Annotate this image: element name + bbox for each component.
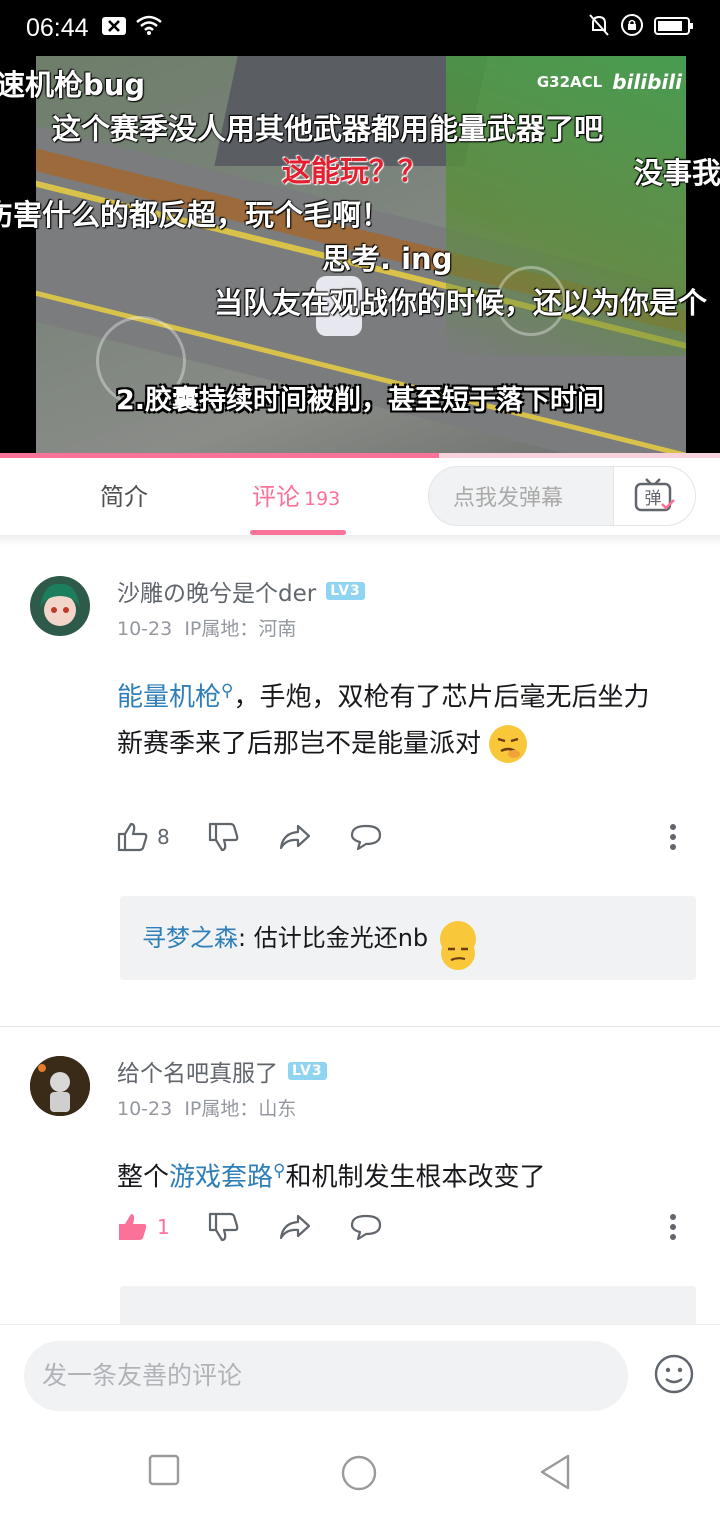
search-icon: ⚲	[221, 681, 234, 701]
system-nav-bar	[0, 1432, 720, 1520]
danmaku-comment: 伤害什么的都反超，玩个毛啊！	[0, 198, 391, 232]
video-watermark: G32ACL bilibili	[536, 70, 682, 94]
recents-button[interactable]	[148, 1454, 180, 1490]
like-button[interactable]: 8	[117, 822, 170, 852]
thumbs-down-icon	[208, 1212, 239, 1242]
comment-content: 能量机枪⚲，手炮，双枪有了芯片后毫无后坐力 新赛季来了后那岂不是能量派对	[117, 668, 697, 767]
reply-author[interactable]: 寻梦之森	[142, 924, 238, 952]
tv-danmaku-icon: 弹	[634, 478, 675, 512]
emoji-button[interactable]	[653, 1353, 695, 1395]
reply-preview[interactable]	[120, 1286, 696, 1324]
more-vertical-icon	[670, 824, 676, 850]
thumbs-up-icon	[117, 822, 148, 852]
avatar[interactable]	[30, 576, 90, 636]
search-icon: ⚲	[273, 1161, 286, 1181]
danmaku-comment: 没事我	[634, 156, 720, 190]
tab-comments[interactable]: 评论 193	[252, 458, 340, 536]
comment-count: 193	[304, 488, 341, 510]
more-options-button[interactable]	[669, 1213, 677, 1241]
danmaku-comment: 这能玩？？	[282, 154, 428, 188]
mute-bell-icon	[588, 13, 610, 43]
search-keyword-link[interactable]: 能量机枪	[117, 683, 221, 713]
status-bar: 06:44	[0, 0, 720, 56]
sniff-emoji-icon	[489, 725, 528, 764]
comment-meta: 10-23 IP属地：山东	[117, 1098, 297, 1120]
comment-bubble-icon	[350, 824, 381, 851]
dislike-button[interactable]	[208, 1212, 240, 1242]
clock: 06:44	[26, 13, 89, 42]
search-keyword-link[interactable]: 游戏套路	[169, 1163, 273, 1193]
level-badge: LV3	[288, 1062, 327, 1080]
comment-actions: 8	[117, 822, 677, 852]
level-badge: LV3	[326, 582, 365, 600]
share-button[interactable]	[278, 1213, 312, 1241]
danmaku-comment: 思考. ing	[322, 242, 453, 276]
comment-username[interactable]: 沙雕の晚兮是个der LV3	[117, 574, 365, 608]
dislike-button[interactable]	[208, 822, 240, 852]
lock-rotation-icon	[620, 13, 644, 43]
comment-actions: 1	[117, 1212, 677, 1242]
video-subtitle: 2.胶囊持续时间被削，甚至短于落下时间	[115, 385, 605, 416]
danmaku-input[interactable]: 点我发弹幕	[429, 480, 613, 512]
avatar[interactable]	[30, 1056, 90, 1116]
bilibili-logo: bilibili	[612, 70, 682, 94]
comment-username[interactable]: 给个名吧真服了 LV3	[117, 1054, 327, 1088]
back-button[interactable]	[538, 1454, 572, 1494]
thumbs-down-icon	[208, 822, 239, 852]
tab-intro[interactable]: 简介	[100, 458, 148, 536]
tab-bar: 简介 评论 193 点我发弹幕 弹	[0, 458, 720, 536]
danmaku-comment: 速机枪bug	[0, 68, 146, 102]
notification-x-icon	[101, 14, 127, 42]
tab-comments-label: 评论	[252, 483, 300, 511]
reply-preview[interactable]: 寻梦之森: 估计比金光还nb	[120, 896, 696, 980]
tab-active-indicator	[250, 530, 346, 535]
like-button[interactable]: 1	[117, 1212, 170, 1242]
thumbs-up-filled-icon	[119, 1214, 147, 1240]
share-button[interactable]	[278, 823, 312, 851]
like-count: 1	[157, 1215, 170, 1239]
reply-button[interactable]	[350, 1213, 382, 1241]
smiley-icon	[654, 1354, 694, 1394]
danmaku-comment: 当队友在观战你的时候，还以为你是个	[214, 286, 708, 320]
video-player[interactable]: G32ACL bilibili 速机枪bug 这个赛季没人用其他武器都用能量武器…	[0, 56, 720, 456]
comment-composer: 发一条友善的评论	[0, 1324, 720, 1432]
comment-meta: 10-23 IP属地：河南	[117, 618, 297, 640]
more-vertical-icon	[670, 1214, 676, 1240]
comment-bubble-icon	[350, 1214, 381, 1241]
like-count: 8	[157, 825, 170, 849]
circle-icon	[341, 1455, 377, 1491]
danmaku-toggle-button[interactable]: 弹	[613, 467, 695, 525]
share-icon	[279, 824, 310, 850]
danmaku-comment: 这个赛季没人用其他武器都用能量武器了吧	[52, 112, 604, 146]
danmaku-send-box[interactable]: 点我发弹幕 弹	[428, 466, 696, 526]
comment-content: 整个游戏套路⚲和机制发生根本改变了	[117, 1161, 546, 1193]
share-icon	[279, 1214, 310, 1240]
square-icon	[148, 1454, 180, 1486]
reply-button[interactable]	[350, 823, 382, 851]
comment-input[interactable]: 发一条友善的评论	[24, 1341, 628, 1411]
more-options-button[interactable]	[669, 823, 677, 851]
wifi-icon	[135, 14, 163, 42]
back-triangle-icon	[540, 1454, 570, 1490]
comment-item: 给个名吧真服了 LV3 10-23 IP属地：山东 整个游戏套路⚲和机制发生根本…	[0, 1040, 720, 1324]
home-button[interactable]	[340, 1454, 378, 1496]
battery-icon	[654, 14, 694, 42]
comment-item: 沙雕の晚兮是个der LV3 10-23 IP属地：河南 能量机枪⚲，手炮，双枪…	[0, 560, 720, 1000]
svg-text:弹: 弹	[644, 489, 661, 509]
smirk-emoji-icon	[439, 921, 476, 970]
